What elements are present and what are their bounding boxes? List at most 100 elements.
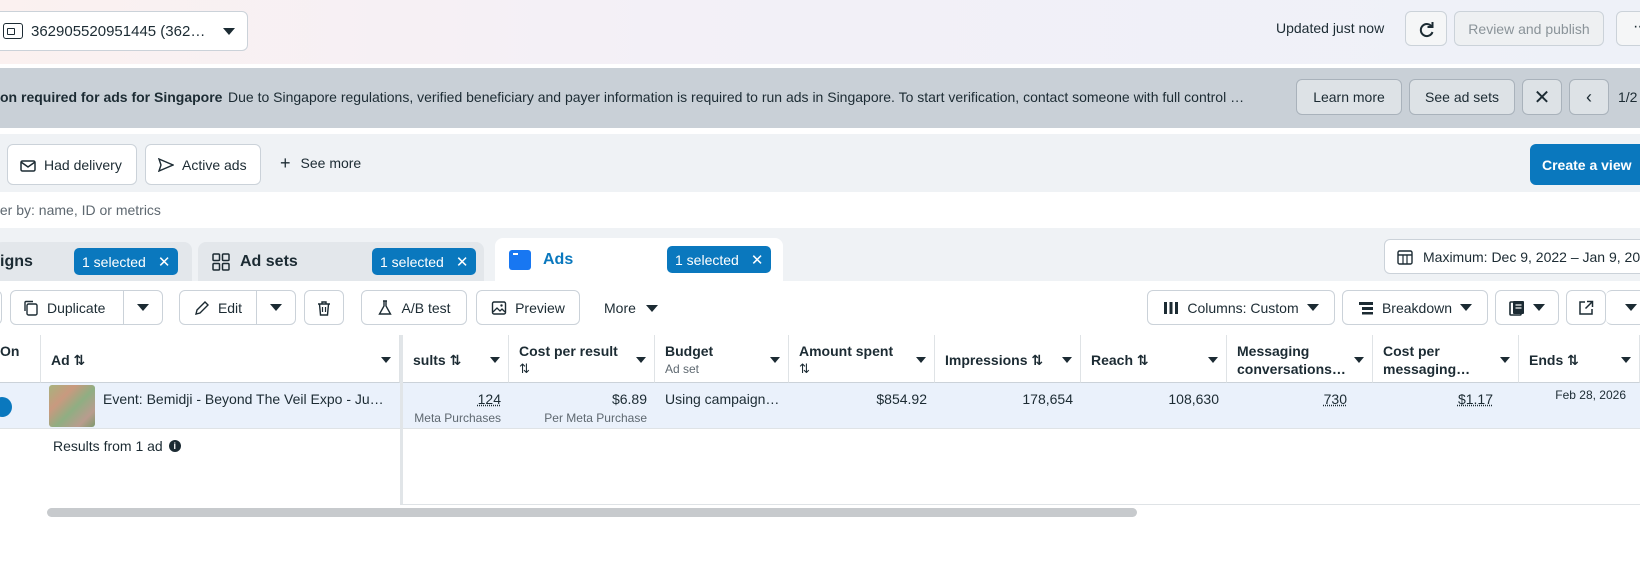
column-header-budget[interactable]: Budget Ad set xyxy=(655,335,789,383)
duplicate-button[interactable]: Duplicate xyxy=(10,290,124,325)
see-more-filters[interactable]: + See more xyxy=(280,153,361,173)
create-button-edge[interactable] xyxy=(0,290,2,325)
ab-test-button[interactable]: A/B test xyxy=(361,290,467,325)
ends-cell: Feb 28, 2026 xyxy=(1519,383,1640,429)
results-value[interactable]: 124 xyxy=(478,391,501,407)
info-icon[interactable]: i xyxy=(168,440,181,452)
export-options-button[interactable] xyxy=(1606,290,1640,325)
external-link-icon xyxy=(1579,300,1594,315)
cost-per-result-type: Per Meta Purchase xyxy=(544,411,647,425)
more-actions-button[interactable]: More xyxy=(604,300,658,316)
ad-sets-selected-badge[interactable]: 1 selected ✕ xyxy=(372,248,477,275)
had-delivery-label: Had delivery xyxy=(44,156,122,173)
column-header-messaging-conversations[interactable]: Messaging conversations… xyxy=(1227,335,1373,383)
column-header-on-off[interactable]: On xyxy=(0,335,41,383)
cost-per-result-cell: $6.89 Per Meta Purchase xyxy=(509,383,655,429)
previous-notice-button[interactable]: ‹ xyxy=(1569,79,1609,115)
level-tabs: igns 1 selected ✕ Ad sets 1 selected ✕ A… xyxy=(0,228,1640,281)
amount-spent-header-label: Amount spent xyxy=(799,343,894,359)
cost-per-messaging-cell: $1.17 xyxy=(1373,383,1519,429)
columns-icon xyxy=(1164,301,1179,314)
calendar-icon xyxy=(1397,249,1413,265)
date-range-picker[interactable]: Maximum: Dec 9, 2022 – Jan 9, 20 xyxy=(1384,239,1640,274)
chevron-down-icon xyxy=(770,357,780,363)
column-header-cost-per-messaging[interactable]: Cost per messaging… xyxy=(1373,335,1519,383)
reach-value: 108,630 xyxy=(1168,391,1219,407)
clear-selection-icon[interactable]: ✕ xyxy=(751,251,764,269)
cost-per-result-header-label: Cost per result xyxy=(519,343,618,359)
ad-account-icon xyxy=(3,23,23,39)
budget-cell: Using campaign… xyxy=(655,383,789,429)
tab-campaigns[interactable]: igns 1 selected ✕ xyxy=(0,242,192,281)
chevron-down-icon xyxy=(1062,357,1072,363)
results-header-label: sults ⇅ xyxy=(413,352,462,368)
messaging-value[interactable]: 730 xyxy=(1324,391,1347,407)
refresh-icon xyxy=(1419,21,1434,37)
chevron-down-icon xyxy=(636,357,646,363)
reports-button[interactable] xyxy=(1495,290,1559,325)
chevron-down-icon xyxy=(1460,304,1473,311)
tab-ads[interactable]: Ads 1 selected ✕ xyxy=(495,238,783,281)
clear-selection-icon[interactable]: ✕ xyxy=(158,253,171,271)
chevron-down-icon xyxy=(223,27,235,35)
column-header-cost-per-result[interactable]: Cost per result ⇅ xyxy=(509,335,655,383)
ads-selected-badge[interactable]: 1 selected ✕ xyxy=(667,246,772,273)
chevron-down-icon xyxy=(1354,357,1364,363)
breakdown-button[interactable]: Breakdown xyxy=(1342,290,1488,325)
messaging-header-sub: conversations… xyxy=(1237,361,1346,377)
columns-button[interactable]: Columns: Custom xyxy=(1147,290,1335,325)
ad-on-off-toggle[interactable] xyxy=(0,397,12,417)
create-view-button[interactable]: Create a view xyxy=(1530,144,1640,185)
on-off-header-label: On xyxy=(0,343,20,359)
column-header-amount-spent[interactable]: Amount spent ⇅ xyxy=(789,335,935,383)
ends-header-label: Ends ⇅ xyxy=(1529,352,1579,368)
impressions-value: 178,654 xyxy=(1022,391,1073,407)
send-icon xyxy=(158,157,174,172)
amount-spent-cell: $854.92 xyxy=(789,383,935,429)
top-bar: 362905520951445 (362… Updated just now R… xyxy=(0,0,1640,64)
cost-per-result-value: $6.89 xyxy=(611,391,647,407)
clear-selection-icon[interactable]: ✕ xyxy=(456,253,469,271)
cost-per-messaging-header-label: Cost per xyxy=(1383,343,1440,359)
campaigns-selected-badge[interactable]: 1 selected ✕ xyxy=(74,248,179,275)
export-button[interactable] xyxy=(1566,290,1606,325)
tab-ad-sets[interactable]: Ad sets 1 selected ✕ xyxy=(198,242,484,281)
ad-account-selector[interactable]: 362905520951445 (362… xyxy=(0,11,248,51)
ad-name-link[interactable]: Event: Bemidji - Beyond The Veil Expo - … xyxy=(103,391,385,407)
reach-header-label: Reach ⇅ xyxy=(1091,352,1149,368)
refresh-button[interactable] xyxy=(1405,11,1447,46)
breakdown-label: Breakdown xyxy=(1381,299,1453,316)
column-header-results[interactable]: sults ⇅ xyxy=(403,335,509,383)
column-header-ends[interactable]: Ends ⇅ xyxy=(1519,335,1640,383)
column-header-reach[interactable]: Reach ⇅ xyxy=(1081,335,1227,383)
trash-icon xyxy=(318,300,330,316)
pencil-icon xyxy=(194,300,209,315)
updated-status: Updated just now xyxy=(1276,20,1385,36)
active-ads-filter[interactable]: Active ads xyxy=(145,144,261,185)
preview-label: Preview xyxy=(515,299,565,316)
chevron-left-icon: ‹ xyxy=(1586,86,1592,107)
duplicate-options-button[interactable] xyxy=(123,290,163,325)
review-and-publish-button[interactable]: Review and publish xyxy=(1454,11,1604,46)
column-header-impressions[interactable]: Impressions ⇅ xyxy=(935,335,1081,383)
search-filter-input[interactable]: ter by: name, ID or metrics xyxy=(0,192,1640,228)
banner-message: Due to Singapore regulations, verified b… xyxy=(228,89,1245,105)
chevron-down-icon xyxy=(645,304,658,312)
column-header-ad[interactable]: Ad ⇅ xyxy=(41,335,400,383)
grid-icon xyxy=(212,252,230,271)
horizontal-scrollbar[interactable] xyxy=(47,508,1137,517)
preview-button[interactable]: Preview xyxy=(476,290,580,325)
results-cell: 124 Meta Purchases xyxy=(403,383,509,429)
learn-more-button[interactable]: Learn more xyxy=(1296,79,1402,115)
more-options-button[interactable]: ··· xyxy=(1616,11,1640,46)
cost-per-messaging-value[interactable]: $1.17 xyxy=(1458,391,1493,407)
sort-icon: ⇅ xyxy=(799,361,810,376)
see-ad-sets-button[interactable]: See ad sets xyxy=(1409,79,1515,115)
table-row[interactable]: Event: Bemidji - Beyond The Veil Expo - … xyxy=(0,383,1640,429)
plus-icon: + xyxy=(280,153,291,173)
edit-button[interactable]: Edit xyxy=(179,290,257,325)
edit-options-button[interactable] xyxy=(256,290,296,325)
delete-button[interactable] xyxy=(304,290,344,325)
close-banner-button[interactable]: ✕ xyxy=(1522,79,1562,115)
had-delivery-filter[interactable]: Had delivery xyxy=(7,144,137,185)
